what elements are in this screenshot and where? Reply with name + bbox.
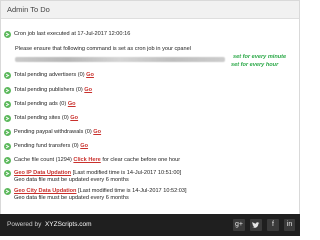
arrow-right-icon bbox=[4, 188, 11, 195]
admin-todo-panel: Admin To Do Cron job last executed at 17… bbox=[0, 0, 300, 216]
pending-paypal-label: Pending paypal withdrawals (0) bbox=[14, 129, 92, 135]
cache-suffix: for clear cache before one hour bbox=[102, 157, 181, 163]
arrow-right-icon bbox=[4, 72, 11, 79]
clear-cache-link[interactable]: Click Here bbox=[73, 157, 100, 164]
pending-advertisers-label: Total pending advertisers (0) bbox=[14, 72, 85, 78]
geo-city-modified: [Last modified time is 14-Jul-2017 10:52… bbox=[78, 188, 187, 194]
cache-count-label: Cache file count (1294) bbox=[14, 157, 72, 163]
pending-paypal-go-link[interactable]: Go bbox=[93, 129, 101, 136]
pending-ads-label: Total pending ads (0) bbox=[14, 101, 67, 107]
cron-row: Cron job last executed at 17-Jul-2017 12… bbox=[4, 31, 130, 38]
cron-last-executed: Cron job last executed at 17-Jul-2017 12… bbox=[14, 31, 131, 37]
pending-ads-go-link[interactable]: Go bbox=[68, 101, 76, 108]
cron-instruction: Please ensure that following command is … bbox=[15, 46, 191, 52]
cron-instruction-row: Please ensure that following command is … bbox=[15, 46, 191, 53]
pending-sites-row: Total pending sites (0) Go bbox=[4, 115, 78, 122]
twitter-icon[interactable] bbox=[250, 219, 262, 231]
facebook-icon[interactable]: f bbox=[267, 219, 279, 231]
pending-publishers-label: Total pending publishers (0) bbox=[14, 87, 83, 93]
arrow-right-icon bbox=[4, 143, 11, 150]
pending-fund-transfers-label: Pending fund transfers (0) bbox=[14, 143, 79, 149]
panel-title: Admin To Do bbox=[1, 1, 299, 19]
pending-paypal-row: Pending paypal withdrawals (0) Go bbox=[4, 129, 101, 136]
geo-ip-updation-link[interactable]: Geo IP Data Updation bbox=[14, 170, 71, 176]
pending-advertisers-go-link[interactable]: Go bbox=[86, 72, 94, 79]
pending-publishers-go-link[interactable]: Go bbox=[84, 87, 92, 94]
arrow-right-icon bbox=[4, 87, 11, 94]
powered-by-label: Powered by bbox=[7, 221, 42, 228]
arrow-right-icon bbox=[4, 129, 11, 136]
note-every-minute: set for every minute bbox=[233, 54, 287, 60]
powered-by: Powered by XYZScripts.com bbox=[7, 221, 92, 228]
pending-fund-transfers-row: Pending fund transfers (0) Go bbox=[4, 143, 88, 150]
pending-publishers-row: Total pending publishers (0) Go bbox=[4, 87, 92, 94]
pending-fund-transfers-go-link[interactable]: Go bbox=[80, 143, 88, 150]
pending-sites-go-link[interactable]: Go bbox=[70, 115, 78, 122]
footer: Powered by XYZScripts.com g+ f in bbox=[0, 214, 300, 236]
geo-city-note: Geo data file must be updated every 6 mo… bbox=[14, 195, 129, 201]
geo-ip-note: Geo data file must be updated every 6 mo… bbox=[14, 177, 129, 183]
pending-ads-row: Total pending ads (0) Go bbox=[4, 101, 76, 108]
arrow-right-icon bbox=[4, 31, 11, 38]
geo-city-updation-link[interactable]: Geo City Data Updation bbox=[14, 188, 76, 194]
geo-ip-row: Geo IP Data Updation [Last modified time… bbox=[4, 170, 181, 184]
brand-link[interactable]: XYZScripts.com bbox=[45, 221, 92, 228]
cache-row: Cache file count (1294) Click Here for c… bbox=[4, 157, 180, 164]
arrow-right-icon bbox=[4, 157, 11, 164]
arrow-right-icon bbox=[4, 170, 11, 177]
cron-command-blurred bbox=[15, 57, 225, 62]
pending-advertisers-row: Total pending advertisers (0) Go bbox=[4, 72, 94, 79]
geo-ip-modified: [Last modified time is 14-Jul-2017 10:51… bbox=[72, 170, 182, 176]
pending-sites-label: Total pending sites (0) bbox=[14, 115, 69, 121]
geo-city-row: Geo City Data Updation [Last modified ti… bbox=[4, 188, 187, 202]
arrow-right-icon bbox=[4, 101, 11, 108]
google-plus-icon[interactable]: g+ bbox=[233, 219, 245, 231]
arrow-right-icon bbox=[4, 115, 11, 122]
linkedin-icon[interactable]: in bbox=[284, 219, 295, 231]
note-every-hour: set for every hour bbox=[231, 62, 279, 68]
